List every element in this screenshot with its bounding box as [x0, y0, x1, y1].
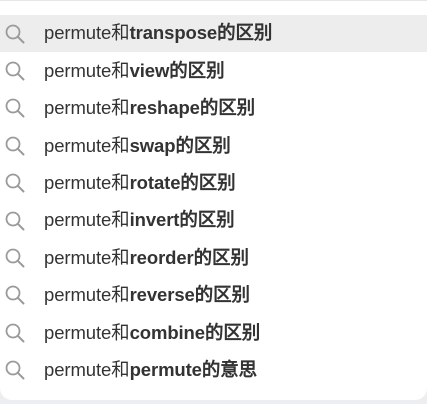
- suggestion-item[interactable]: permute和invert的区别: [0, 202, 427, 239]
- suggestion-text: permute和transpose的区别: [44, 24, 272, 43]
- suggestion-item[interactable]: permute和view的区别: [0, 52, 427, 89]
- suggestion-item[interactable]: permute和permute的意思: [0, 352, 427, 389]
- search-icon: [0, 23, 44, 45]
- search-icon: [0, 284, 44, 306]
- suggestion-text: permute和combine的区别: [44, 321, 261, 343]
- search-icon: [0, 60, 44, 82]
- suggestion-prefix: permute和: [44, 97, 130, 119]
- suggestion-highlight: invert的区别: [129, 209, 235, 231]
- search-icon: [0, 135, 44, 157]
- suggestion-highlight: reverse的区别: [129, 284, 250, 306]
- search-icon: [0, 97, 44, 119]
- suggestion-prefix: permute和: [44, 284, 130, 306]
- suggestion-highlight: reorder的区别: [129, 246, 249, 268]
- suggestion-text: permute和swap的区别: [44, 134, 231, 156]
- suggestion-item[interactable]: permute和transpose的区别: [0, 15, 427, 53]
- suggestion-item[interactable]: permute和reshape的区别: [0, 90, 427, 127]
- suggestion-text: permute和invert的区别: [44, 211, 235, 230]
- suggestion-highlight: swap的区别: [129, 134, 231, 156]
- suggestion-highlight: rotate的区别: [129, 172, 236, 193]
- suggestion-prefix: permute和: [44, 134, 130, 156]
- suggestion-item[interactable]: permute和rotate的区别: [0, 165, 427, 202]
- search-icon: [0, 247, 44, 269]
- suggestion-item[interactable]: permute和swap的区别: [0, 127, 427, 164]
- suggestion-highlight: transpose的区别: [129, 22, 273, 44]
- suggestion-highlight: combine的区别: [129, 321, 261, 343]
- suggestion-list: permute和transpose的区别 permute和view的区别 per…: [0, 15, 427, 389]
- suggestion-prefix: permute和: [44, 358, 130, 380]
- suggestion-prefix: permute和: [44, 209, 130, 231]
- search-icon: [0, 172, 44, 194]
- search-suggestions-dropdown: permute和transpose的区别 permute和view的区别 per…: [0, 0, 427, 400]
- suggestion-highlight: permute的意思: [129, 358, 258, 380]
- suggestion-prefix: permute和: [44, 22, 130, 44]
- search-icon: [0, 359, 44, 381]
- suggestion-text: permute和reorder的区别: [44, 246, 249, 268]
- suggestion-item[interactable]: permute和reverse的区别: [0, 277, 427, 314]
- suggestion-highlight: reshape的区别: [129, 97, 256, 119]
- search-icon: [0, 322, 44, 344]
- suggestion-item[interactable]: permute和combine的区别: [0, 314, 427, 351]
- search-icon: [0, 210, 44, 232]
- suggestion-prefix: permute和: [44, 59, 130, 81]
- suggestion-prefix: permute和: [44, 321, 130, 343]
- suggestion-highlight: view的区别: [129, 59, 225, 81]
- suggestion-text: permute和view的区别: [44, 59, 225, 81]
- suggestion-prefix: permute和: [44, 246, 130, 268]
- suggestion-text: permute和permute的意思: [44, 358, 258, 380]
- suggestion-text: permute和reshape的区别: [44, 97, 256, 119]
- suggestion-text: permute和rotate的区别: [44, 172, 236, 193]
- suggestion-item[interactable]: permute和reorder的区别: [0, 239, 427, 276]
- suggestion-text: permute和reverse的区别: [44, 284, 250, 306]
- suggestion-prefix: permute和: [44, 172, 130, 193]
